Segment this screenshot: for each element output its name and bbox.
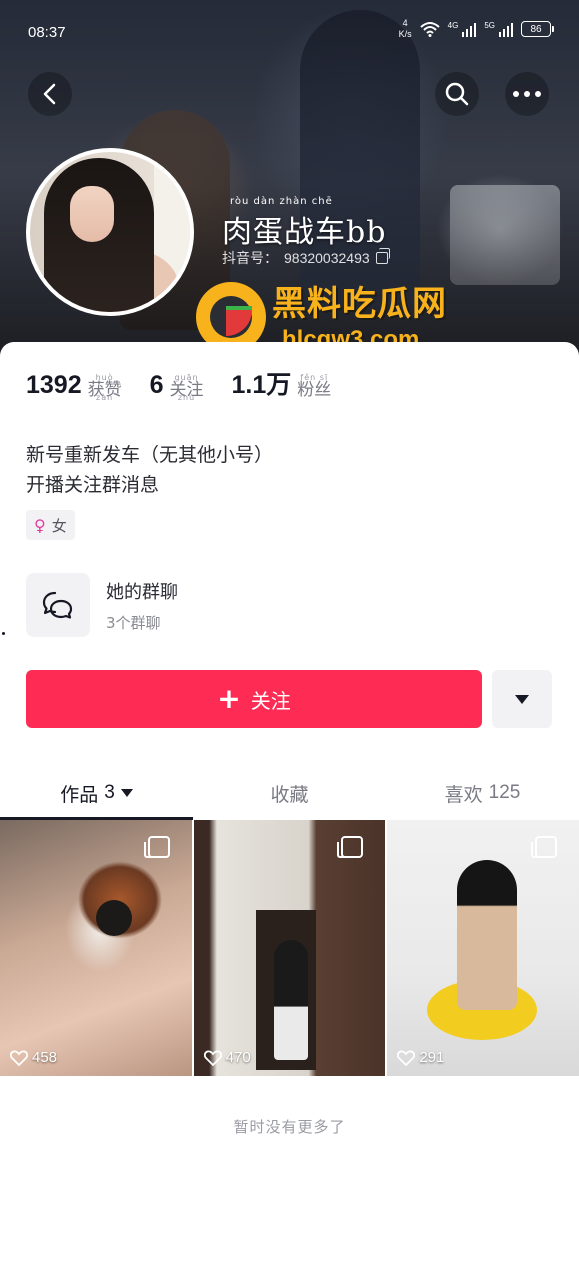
multi-select-icon xyxy=(337,836,364,858)
status-bar: 08:37 4 K/s 4G 5G 86 xyxy=(0,0,579,62)
more-button[interactable] xyxy=(505,72,549,116)
nickname-block: ròu dàn zhàn chē 肉蛋战车bb xyxy=(222,196,386,251)
stat-value: 1392 xyxy=(26,371,82,399)
douyin-id-label: 抖音号： xyxy=(222,250,278,266)
douyin-id-row[interactable]: 抖音号： 98320032493 xyxy=(222,248,390,268)
search-button[interactable] xyxy=(435,72,479,116)
multi-select-icon xyxy=(143,836,170,858)
wifi-icon xyxy=(419,22,440,37)
heart-icon xyxy=(10,1049,28,1066)
stats-row: 1392 huò zàn 获赞 6 guān zhù 关注 1.1万 fěn s… xyxy=(26,370,332,402)
video-grid: 458 470 291 xyxy=(0,820,579,1076)
tab-label: 作品 xyxy=(60,783,99,806)
heart-icon xyxy=(397,1049,416,1066)
like-count: 291 xyxy=(397,1049,444,1066)
video-thumbnail[interactable]: 291 xyxy=(387,820,579,1076)
stat-followers[interactable]: 1.1万 fěn sī 粉丝 xyxy=(232,370,332,400)
content-tabs: 作品 3 收藏 喜欢 125 xyxy=(0,768,579,820)
bio-line: 开播关注群消息 xyxy=(26,474,160,496)
signal-icon: 4G xyxy=(448,21,477,37)
chevron-left-icon xyxy=(43,83,56,105)
tab-label: 喜欢 xyxy=(444,783,483,806)
group-chat-count: 3个群聊 xyxy=(106,613,161,632)
tab-works[interactable]: 作品 3 xyxy=(0,768,193,820)
no-more-text: 暂时没有更多了 xyxy=(233,1118,346,1136)
recommend-dropdown-button[interactable] xyxy=(492,670,552,728)
nickname-pinyin: ròu dàn zhàn chē xyxy=(230,196,333,207)
triangle-down-icon[interactable] xyxy=(120,789,133,797)
status-time: 08:37 xyxy=(28,24,66,41)
network-speed: 4 K/s xyxy=(398,18,412,39)
triangle-down-icon xyxy=(515,694,529,704)
watermark-text: 黑料吃瓜网 xyxy=(272,284,447,324)
copy-icon[interactable] xyxy=(375,248,390,264)
search-icon xyxy=(445,82,469,106)
status-icons: 4 K/s 4G 5G 86 xyxy=(398,18,554,40)
tab-count: 125 xyxy=(488,782,521,803)
follow-label: 关注 xyxy=(250,688,291,713)
multi-select-icon xyxy=(531,836,558,858)
group-chat-icon-box xyxy=(26,573,90,637)
tab-favorites[interactable]: 收藏 xyxy=(193,768,386,818)
bio-line: 新号重新发车（无其他小号） xyxy=(26,444,274,466)
like-count: 458 xyxy=(10,1049,57,1066)
group-chat-entry[interactable]: 她的群聊 3个群聊 xyxy=(26,573,178,637)
back-button[interactable] xyxy=(28,72,72,116)
douyin-id: 98320032493 xyxy=(284,250,370,266)
tab-count: 3 xyxy=(104,782,115,803)
stat-value: 6 xyxy=(149,371,164,399)
heart-icon xyxy=(203,1049,222,1066)
tab-likes[interactable]: 喜欢 125 xyxy=(386,768,579,818)
avatar[interactable] xyxy=(26,148,194,316)
stat-following[interactable]: 6 guān zhù 关注 xyxy=(149,370,204,402)
video-thumbnail[interactable]: 470 xyxy=(193,820,386,1076)
video-thumbnail[interactable]: 458 xyxy=(0,820,192,1076)
more-icon xyxy=(513,91,541,97)
female-icon: ♀ xyxy=(34,515,46,535)
stat-likes[interactable]: 1392 huò zàn 获赞 xyxy=(26,370,122,402)
stat-value: 1.1万 xyxy=(231,371,292,399)
chat-bubble-icon xyxy=(42,591,73,619)
bio: 新号重新发车（无其他小号） 开播关注群消息 xyxy=(26,440,273,500)
signal-icon: 5G xyxy=(484,21,513,37)
plus-icon: + xyxy=(217,682,241,715)
gender-label: 女 xyxy=(51,516,67,535)
tab-label: 收藏 xyxy=(270,783,309,806)
group-chat-title: 她的群聊 xyxy=(106,581,178,603)
battery-icon: 86 xyxy=(521,21,554,37)
gender-tag: ♀ 女 xyxy=(26,510,75,540)
follow-button[interactable]: + 关注 xyxy=(26,670,482,728)
nickname: 肉蛋战车bb xyxy=(222,215,387,250)
like-count: 470 xyxy=(203,1049,251,1066)
